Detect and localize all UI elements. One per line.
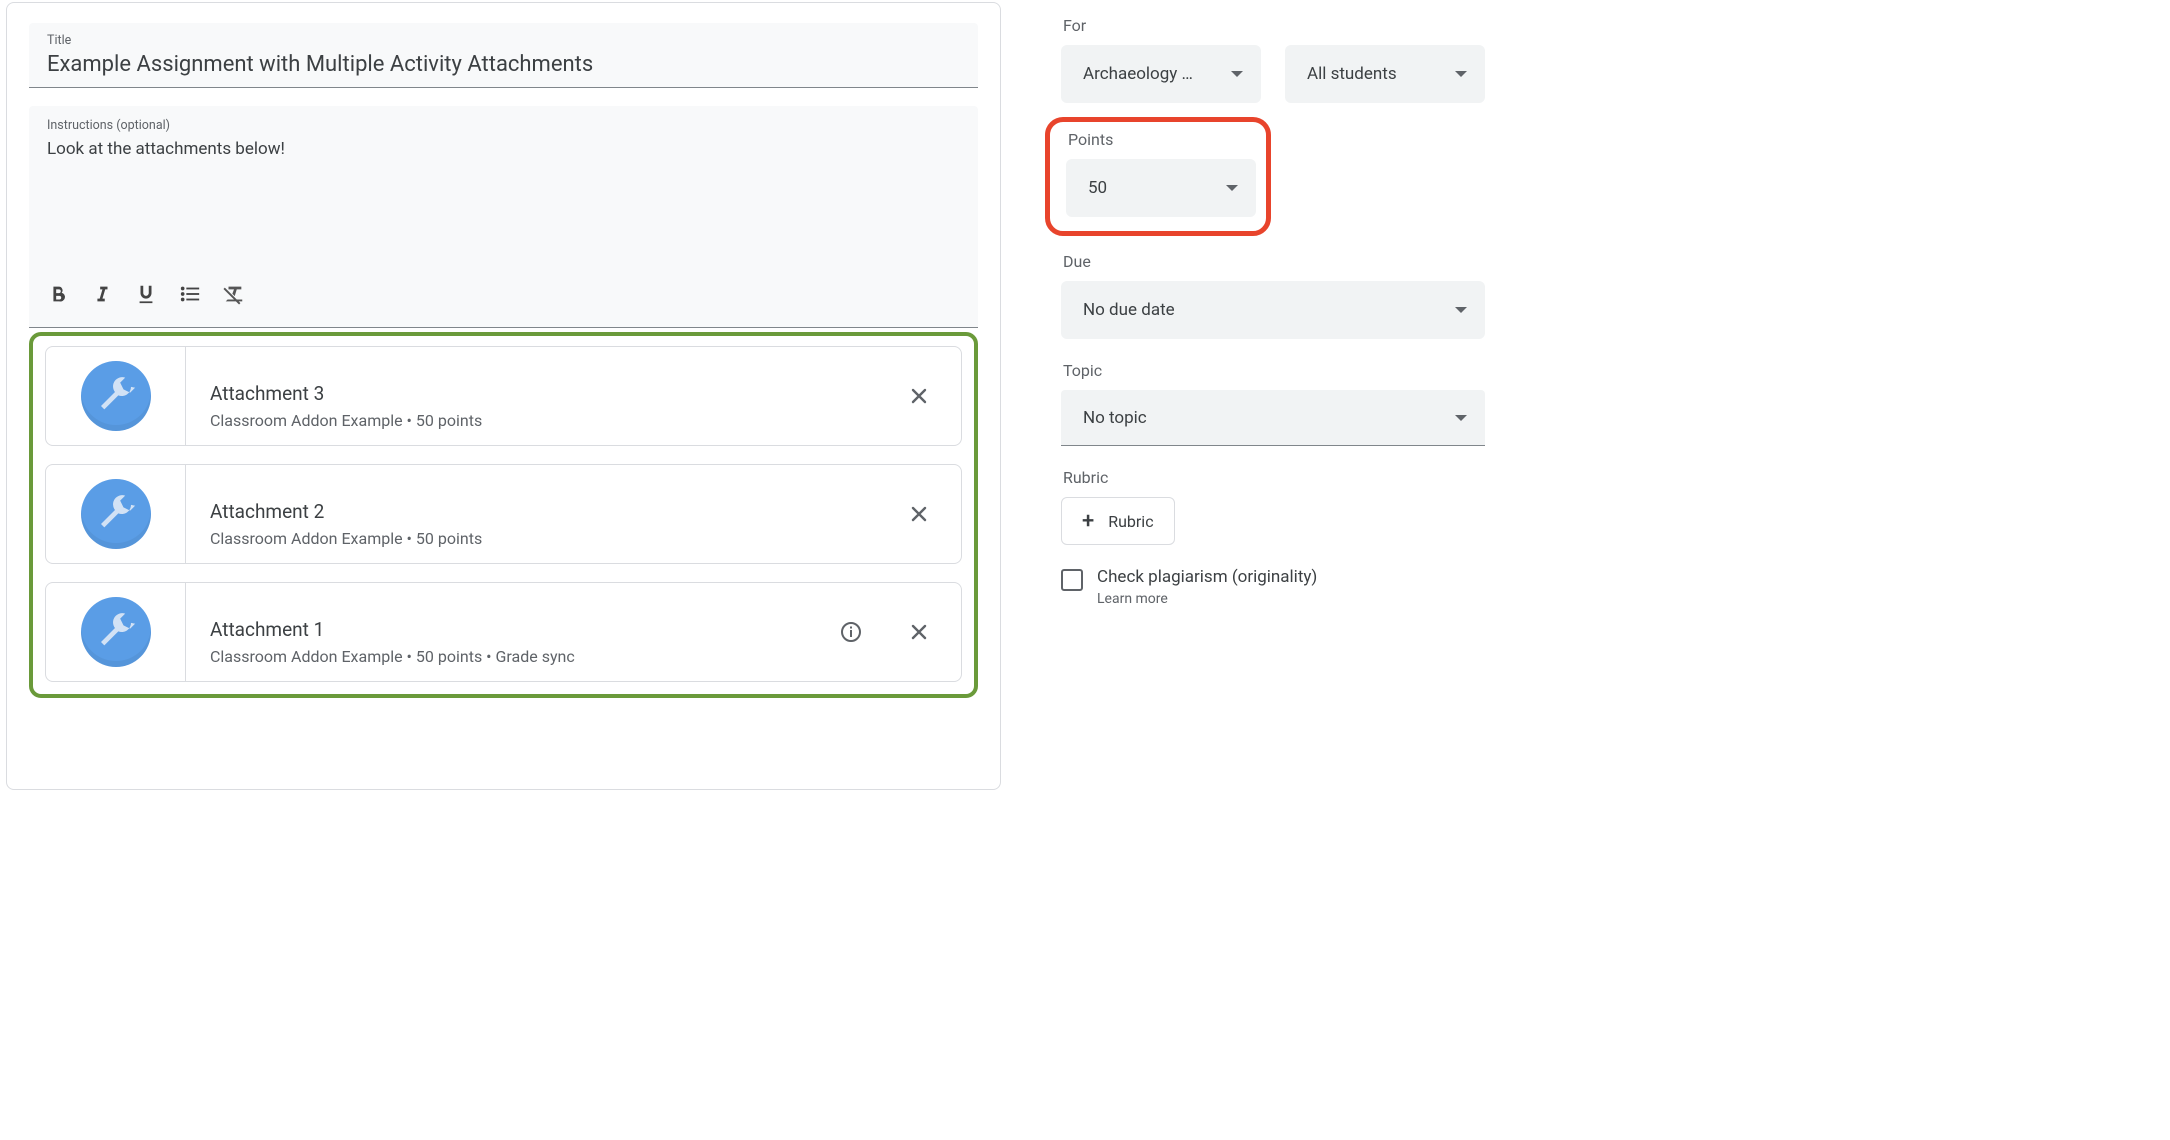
attachment-body[interactable]: Attachment 2 Classroom Addon Example • 5… [186, 465, 899, 563]
instructions-label: Instructions (optional) [47, 118, 960, 133]
attachment-info-button[interactable] [831, 612, 871, 652]
topic-label: Topic [1063, 361, 1508, 380]
add-rubric-button[interactable]: + Rubric [1061, 497, 1175, 545]
clear-format-icon[interactable] [223, 283, 245, 309]
remove-attachment-button[interactable] [899, 376, 939, 416]
attachment-subtitle: Classroom Addon Example • 50 points • Gr… [210, 647, 811, 666]
class-select-value: Archaeology … [1083, 64, 1193, 84]
rubric-button-label: Rubric [1108, 512, 1153, 531]
students-select[interactable]: All students [1285, 45, 1485, 103]
topic-value: No topic [1083, 408, 1147, 428]
attachment-title: Attachment 2 [210, 500, 879, 523]
underline-icon[interactable] [135, 283, 157, 309]
attachment-card: Attachment 2 Classroom Addon Example • 5… [45, 464, 962, 564]
attachment-body[interactable]: Attachment 3 Classroom Addon Example • 5… [186, 347, 899, 445]
attachment-icon-cell [46, 347, 186, 445]
for-label: For [1063, 16, 1508, 35]
addon-wrench-icon [81, 597, 151, 667]
due-value: No due date [1083, 300, 1175, 320]
format-toolbar [47, 277, 960, 319]
assignment-editor-panel: Title Example Assignment with Multiple A… [6, 2, 1001, 790]
bullet-list-icon[interactable] [179, 283, 201, 309]
class-select[interactable]: Archaeology … [1061, 45, 1261, 103]
attachment-title: Attachment 3 [210, 382, 879, 405]
addon-wrench-icon [81, 361, 151, 431]
attachment-card: Attachment 1 Classroom Addon Example • 5… [45, 582, 962, 682]
chevron-down-icon [1455, 71, 1467, 77]
plus-icon: + [1082, 509, 1094, 534]
assignment-sidebar: For Archaeology … All students Points 50… [1001, 0, 1508, 790]
rubric-label: Rubric [1063, 468, 1508, 487]
attachment-subtitle: Classroom Addon Example • 50 points [210, 411, 879, 430]
remove-attachment-button[interactable] [899, 612, 939, 652]
plagiarism-checkbox[interactable] [1061, 569, 1083, 591]
points-highlight-box: Points 50 [1045, 117, 1271, 236]
bold-icon[interactable] [47, 283, 69, 309]
instructions-field[interactable]: Instructions (optional) Look at the atta… [29, 106, 978, 327]
due-select[interactable]: No due date [1061, 281, 1485, 339]
attachment-card: Attachment 3 Classroom Addon Example • 5… [45, 346, 962, 446]
points-value: 50 [1088, 178, 1107, 198]
attachment-title: Attachment 1 [210, 618, 811, 641]
attachments-highlight-box: Attachment 3 Classroom Addon Example • 5… [29, 332, 978, 698]
italic-icon[interactable] [91, 283, 113, 309]
attachment-icon-cell [46, 465, 186, 563]
title-value: Example Assignment with Multiple Activit… [47, 52, 958, 77]
attachment-subtitle: Classroom Addon Example • 50 points [210, 529, 879, 548]
points-select[interactable]: 50 [1066, 159, 1256, 217]
topic-select[interactable]: No topic [1061, 390, 1485, 446]
chevron-down-icon [1455, 415, 1467, 421]
instructions-value: Look at the attachments below! [47, 137, 960, 277]
chevron-down-icon [1455, 307, 1467, 313]
chevron-down-icon [1231, 71, 1243, 77]
due-label: Due [1063, 252, 1508, 271]
remove-attachment-button[interactable] [899, 494, 939, 534]
learn-more-link[interactable]: Learn more [1097, 591, 1168, 607]
attachment-icon-cell [46, 583, 186, 681]
addon-wrench-icon [81, 479, 151, 549]
title-field[interactable]: Title Example Assignment with Multiple A… [29, 23, 978, 88]
plagiarism-label: Check plagiarism (originality) [1097, 567, 1317, 587]
toolbar-divider [29, 327, 978, 328]
chevron-down-icon [1226, 185, 1238, 191]
attachment-body[interactable]: Attachment 1 Classroom Addon Example • 5… [186, 583, 831, 681]
points-label: Points [1068, 130, 1248, 149]
students-select-value: All students [1307, 64, 1397, 84]
title-label: Title [47, 33, 958, 48]
